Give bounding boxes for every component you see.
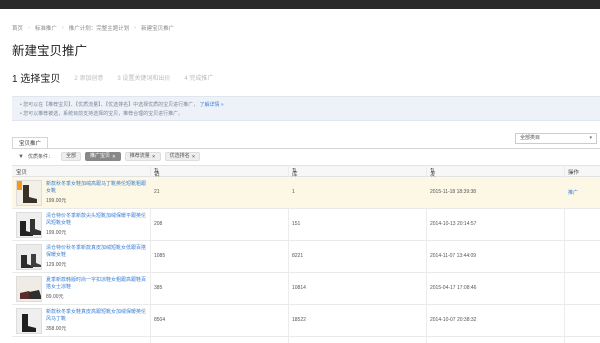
product-thumbnail[interactable] — [16, 244, 42, 270]
step-complete: 4 完成推广 — [184, 76, 214, 82]
notice-line-2: • 您可以推荐被选，系统目前支持选择的宝贝，推荐合理的宝贝进行推广。 — [20, 111, 184, 117]
product-thumbnail[interactable] — [16, 180, 42, 206]
sales-value: 1085 — [154, 253, 166, 259]
product-title-link[interactable]: 新款秋冬季女鞋真皮高跟短靴女加绒保暖英伦风马丁靴 — [46, 309, 146, 323]
product-thumbnail[interactable] — [16, 276, 42, 302]
breadcrumb-separator: › — [28, 25, 30, 31]
step-keywords-bids: 3 设置关键词和出价 — [117, 76, 171, 82]
breadcrumb-current: 新建宝贝推广 — [141, 26, 175, 32]
step-select-item: 1 选择宝贝 — [12, 74, 61, 85]
column-header-date[interactable]: 发布日期 ⇅ — [430, 168, 436, 202]
publish-date: 2014-10-13 20:14:57 — [430, 221, 477, 227]
step-indicator: 1 选择宝贝 2 添加创意 3 设置关键词和出价 4 完成推广 — [12, 70, 213, 85]
product-price: 358.00元 — [46, 326, 67, 332]
breadcrumb-separator: › — [61, 25, 64, 31]
notice-line-1: • 您可以在【推荐宝贝】、【优质流量】、【优选排名】中选择优质的宝贝进行推广， … — [20, 102, 224, 108]
close-icon[interactable]: ✕ — [192, 153, 196, 160]
product-price: 129.00元 — [46, 262, 67, 268]
product-price: 199.00元 — [46, 198, 67, 204]
filter-chip-promoted[interactable]: 推广宝贝 ✕ — [84, 152, 121, 161]
category-select[interactable]: 全部类目 ▾ — [515, 133, 597, 144]
learn-more-link[interactable]: 了解详情 » — [200, 102, 224, 108]
publish-date: 2014-11-07 13:44:09 — [430, 253, 477, 259]
product-thumbnail[interactable] — [16, 212, 42, 238]
column-header-action: 操作 — [568, 170, 580, 176]
sales-value: 385 — [154, 285, 163, 291]
breadcrumb-standard[interactable]: 标准推广 — [35, 24, 57, 32]
filter-chip-traffic[interactable]: 推荐流量 ✕ — [124, 152, 161, 161]
table-row[interactable]: 清仓特价冬季新款尖头短靴加绒保暖平跟英伦风短靴女鞋 199.00元 208 15… — [12, 209, 600, 241]
chevron-down-icon: ▾ — [589, 135, 592, 141]
column-header-item: 宝贝 — [16, 170, 28, 176]
stock-value: 18522 — [292, 317, 306, 323]
column-header-sales[interactable]: 销量 ⇅ — [154, 168, 160, 186]
filter-chip-all[interactable]: 全部 — [60, 152, 81, 161]
product-title-link[interactable]: 清仓特价冬季新款尖头短靴加绒保暖平跟英伦风短靴女鞋 — [46, 213, 146, 227]
column-header-stock[interactable]: 库存 ⇅ — [292, 168, 298, 186]
breadcrumb-plan[interactable]: 推广计划：完整主题计划 — [69, 24, 130, 32]
table-header: 宝贝 销量 ⇅ 库存 ⇅ 发布日期 ⇅ 操作 — [12, 165, 600, 202]
close-icon[interactable]: ✕ — [152, 153, 156, 160]
page-title: 新建宝贝推广 — [12, 44, 88, 58]
item-table: 新款秋冬季女鞋加绒高跟马丁靴英伦短靴粗跟女靴 199.00元 21 1 2015… — [12, 177, 600, 337]
table-row[interactable]: 夏季新款韩版时尚一字扣凉鞋女粗跟高跟鞋百搭女士凉鞋 89.00元 385 108… — [12, 273, 600, 305]
sales-value: 21 — [154, 189, 160, 195]
product-title-link[interactable]: 清仓特价秋冬季新款真皮加绒短靴女低跟百搭保暖女鞋 — [46, 245, 146, 259]
promote-link[interactable]: 推广 — [568, 189, 578, 196]
breadcrumb-separator: › — [134, 25, 137, 31]
stock-value: 8221 — [292, 253, 304, 259]
breadcrumb-home[interactable]: 首页 — [12, 24, 23, 32]
stock-value: 1 — [292, 189, 295, 195]
step-add-creative: 2 添加创意 — [74, 76, 104, 82]
stock-value: 10814 — [292, 285, 306, 291]
publish-date: 2014-10-07 20:38:32 — [430, 317, 477, 323]
publish-date: 2015-04-17 17:08:46 — [430, 285, 477, 291]
sales-value: 8504 — [154, 317, 166, 323]
product-title-link[interactable]: 新款秋冬季女鞋加绒高跟马丁靴英伦短靴粗跟女靴 — [46, 181, 146, 195]
table-row[interactable]: 清仓特价秋冬季新款真皮加绒短靴女低跟百搭保暖女鞋 129.00元 1085 82… — [12, 241, 600, 273]
close-icon[interactable]: ✕ — [112, 153, 116, 160]
filter-label: 优质条件： — [27, 154, 53, 160]
product-price: 89.00元 — [46, 294, 64, 300]
stock-value: 151 — [292, 221, 301, 227]
sales-value: 208 — [154, 221, 163, 227]
table-row[interactable]: 新款秋冬季女鞋加绒高跟马丁靴英伦短靴粗跟女靴 199.00元 21 1 2015… — [12, 177, 600, 209]
filter-bar: ▼ 优质条件： 全部 推广宝贝 ✕ 推荐流量 ✕ 优选排名 ✕ — [18, 152, 201, 161]
filter-icon: ▼ — [18, 153, 24, 160]
product-price: 199.00元 — [46, 230, 67, 236]
table-row[interactable]: 新款秋冬季女鞋真皮高跟短靴女加绒保暖英伦风马丁靴 358.00元 8504 18… — [12, 305, 600, 337]
highlight-badge — [17, 181, 22, 190]
notice-box: • 您可以在【推荐宝贝】、【优质流量】、【优选排名】中选择优质的宝贝进行推广， … — [12, 96, 600, 121]
tab-divider — [12, 148, 600, 149]
publish-date: 2015-11-18 18:39:38 — [430, 189, 477, 195]
filter-chip-ranking[interactable]: 优选排名 ✕ — [164, 152, 201, 161]
breadcrumb: 首页 › 标准推广 › 推广计划：完整主题计划 › 新建宝贝推广 — [12, 24, 174, 32]
product-thumbnail[interactable] — [16, 308, 42, 334]
product-title-link[interactable]: 夏季新款韩版时尚一字扣凉鞋女粗跟高跟鞋百搭女士凉鞋 — [46, 277, 146, 291]
top-bar — [0, 0, 600, 9]
